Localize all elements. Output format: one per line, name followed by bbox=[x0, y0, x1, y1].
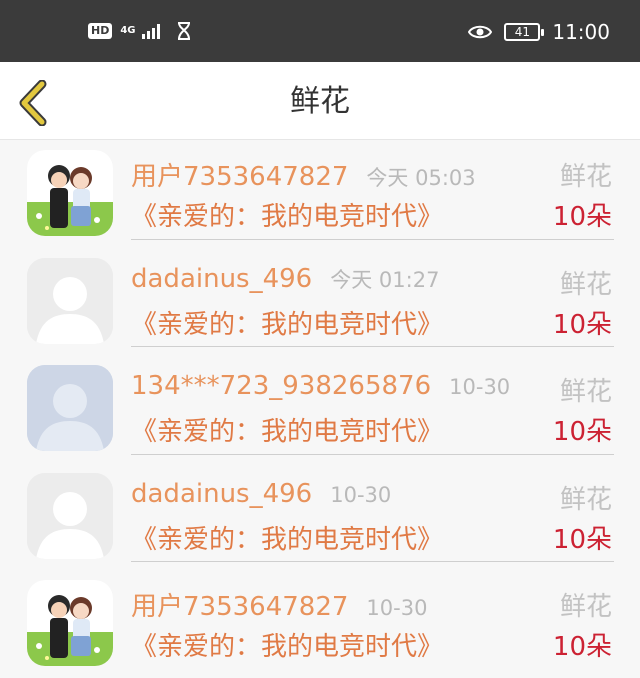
gift-count: 10朵 bbox=[552, 632, 612, 662]
status-left: HD 4G bbox=[88, 22, 192, 40]
list-item[interactable]: dadainus_496 10-30 鲜花 《亲爱的：我的电竞时代》 10朵 bbox=[0, 463, 640, 571]
gift-type: 鲜花 bbox=[559, 377, 612, 407]
list-item[interactable]: dadainus_496 今天 01:27 鲜花 《亲爱的：我的电竞时代》 10… bbox=[0, 248, 640, 356]
default-avatar-icon bbox=[27, 365, 113, 451]
name-line: 134***723_938265876 10-30 bbox=[131, 371, 510, 401]
divider bbox=[131, 346, 614, 347]
signal-icon bbox=[141, 24, 160, 39]
hourglass-icon bbox=[177, 22, 190, 40]
status-right: 41 11:00 bbox=[468, 22, 610, 42]
book-title[interactable]: 《亲爱的：我的电竞时代》 bbox=[131, 626, 443, 663]
list-item[interactable]: 134***723_938265876 10-30 鲜花 《亲爱的：我的电竞时代… bbox=[0, 355, 640, 463]
timestamp: 今天 05:03 bbox=[366, 166, 476, 190]
gift-type: 鲜花 bbox=[559, 484, 612, 515]
timestamp: 今天 01:27 bbox=[330, 267, 440, 292]
gift-count: 10朵 bbox=[552, 202, 612, 232]
name-line: dadainus_496 今天 01:27 bbox=[131, 264, 439, 294]
divider bbox=[131, 238, 614, 240]
hd-badge: HD bbox=[88, 23, 113, 39]
avatar[interactable] bbox=[27, 472, 113, 559]
status-bar: HD 4G 41 11:00 bbox=[0, 0, 640, 62]
username[interactable]: 用户7353647827 bbox=[131, 156, 348, 193]
gift-count: 10朵 bbox=[552, 417, 612, 447]
name-line: 用户7353647827 10-30 bbox=[131, 586, 427, 623]
gift-type: 鲜花 bbox=[559, 269, 612, 300]
username[interactable]: dadainus_496 bbox=[131, 479, 312, 509]
avatar[interactable] bbox=[27, 257, 113, 344]
avatar[interactable] bbox=[27, 365, 113, 451]
timestamp: 10-30 bbox=[330, 482, 392, 507]
book-title[interactable]: 《亲爱的：我的电竞时代》 bbox=[131, 304, 443, 341]
divider bbox=[131, 453, 614, 455]
book-title[interactable]: 《亲爱的：我的电竞时代》 bbox=[131, 411, 443, 448]
page-title: 鲜花 bbox=[290, 84, 350, 119]
gift-record-list: 用户7353647827 今天 05:03 鲜花 《亲爱的：我的电竞时代》 10… bbox=[0, 140, 640, 678]
avatar[interactable] bbox=[27, 580, 113, 666]
status-time: 11:00 bbox=[552, 20, 610, 44]
avatar[interactable] bbox=[27, 150, 113, 236]
cartoon-couple-avatar bbox=[27, 580, 113, 666]
timestamp: 10-30 bbox=[366, 596, 428, 620]
battery-icon: 41 bbox=[504, 23, 545, 41]
gift-count: 10朵 bbox=[552, 524, 612, 555]
book-title[interactable]: 《亲爱的：我的电竞时代》 bbox=[131, 519, 443, 556]
username[interactable]: 134***723_938265876 bbox=[131, 371, 431, 401]
username[interactable]: dadainus_496 bbox=[131, 264, 312, 294]
gift-type: 鲜花 bbox=[559, 592, 612, 622]
name-line: 用户7353647827 今天 05:03 bbox=[131, 156, 476, 193]
gift-count: 10朵 bbox=[552, 309, 612, 340]
eye-icon bbox=[468, 25, 493, 39]
gift-type: 鲜花 bbox=[559, 162, 612, 192]
default-avatar-icon bbox=[27, 472, 113, 559]
cartoon-couple-avatar bbox=[27, 150, 113, 236]
book-title[interactable]: 《亲爱的：我的电竞时代》 bbox=[131, 196, 443, 233]
username[interactable]: 用户7353647827 bbox=[131, 586, 348, 623]
list-item[interactable]: 用户7353647827 10-30 鲜花 《亲爱的：我的电竞时代》 10朵 bbox=[0, 570, 640, 678]
name-line: dadainus_496 10-30 bbox=[131, 479, 391, 509]
nav-bar: 鲜花 bbox=[0, 62, 640, 140]
timestamp: 10-30 bbox=[449, 375, 511, 399]
default-avatar-icon bbox=[27, 257, 113, 344]
network-type: 4G bbox=[120, 25, 136, 36]
list-item[interactable]: 用户7353647827 今天 05:03 鲜花 《亲爱的：我的电竞时代》 10… bbox=[0, 140, 640, 248]
divider bbox=[131, 561, 614, 562]
